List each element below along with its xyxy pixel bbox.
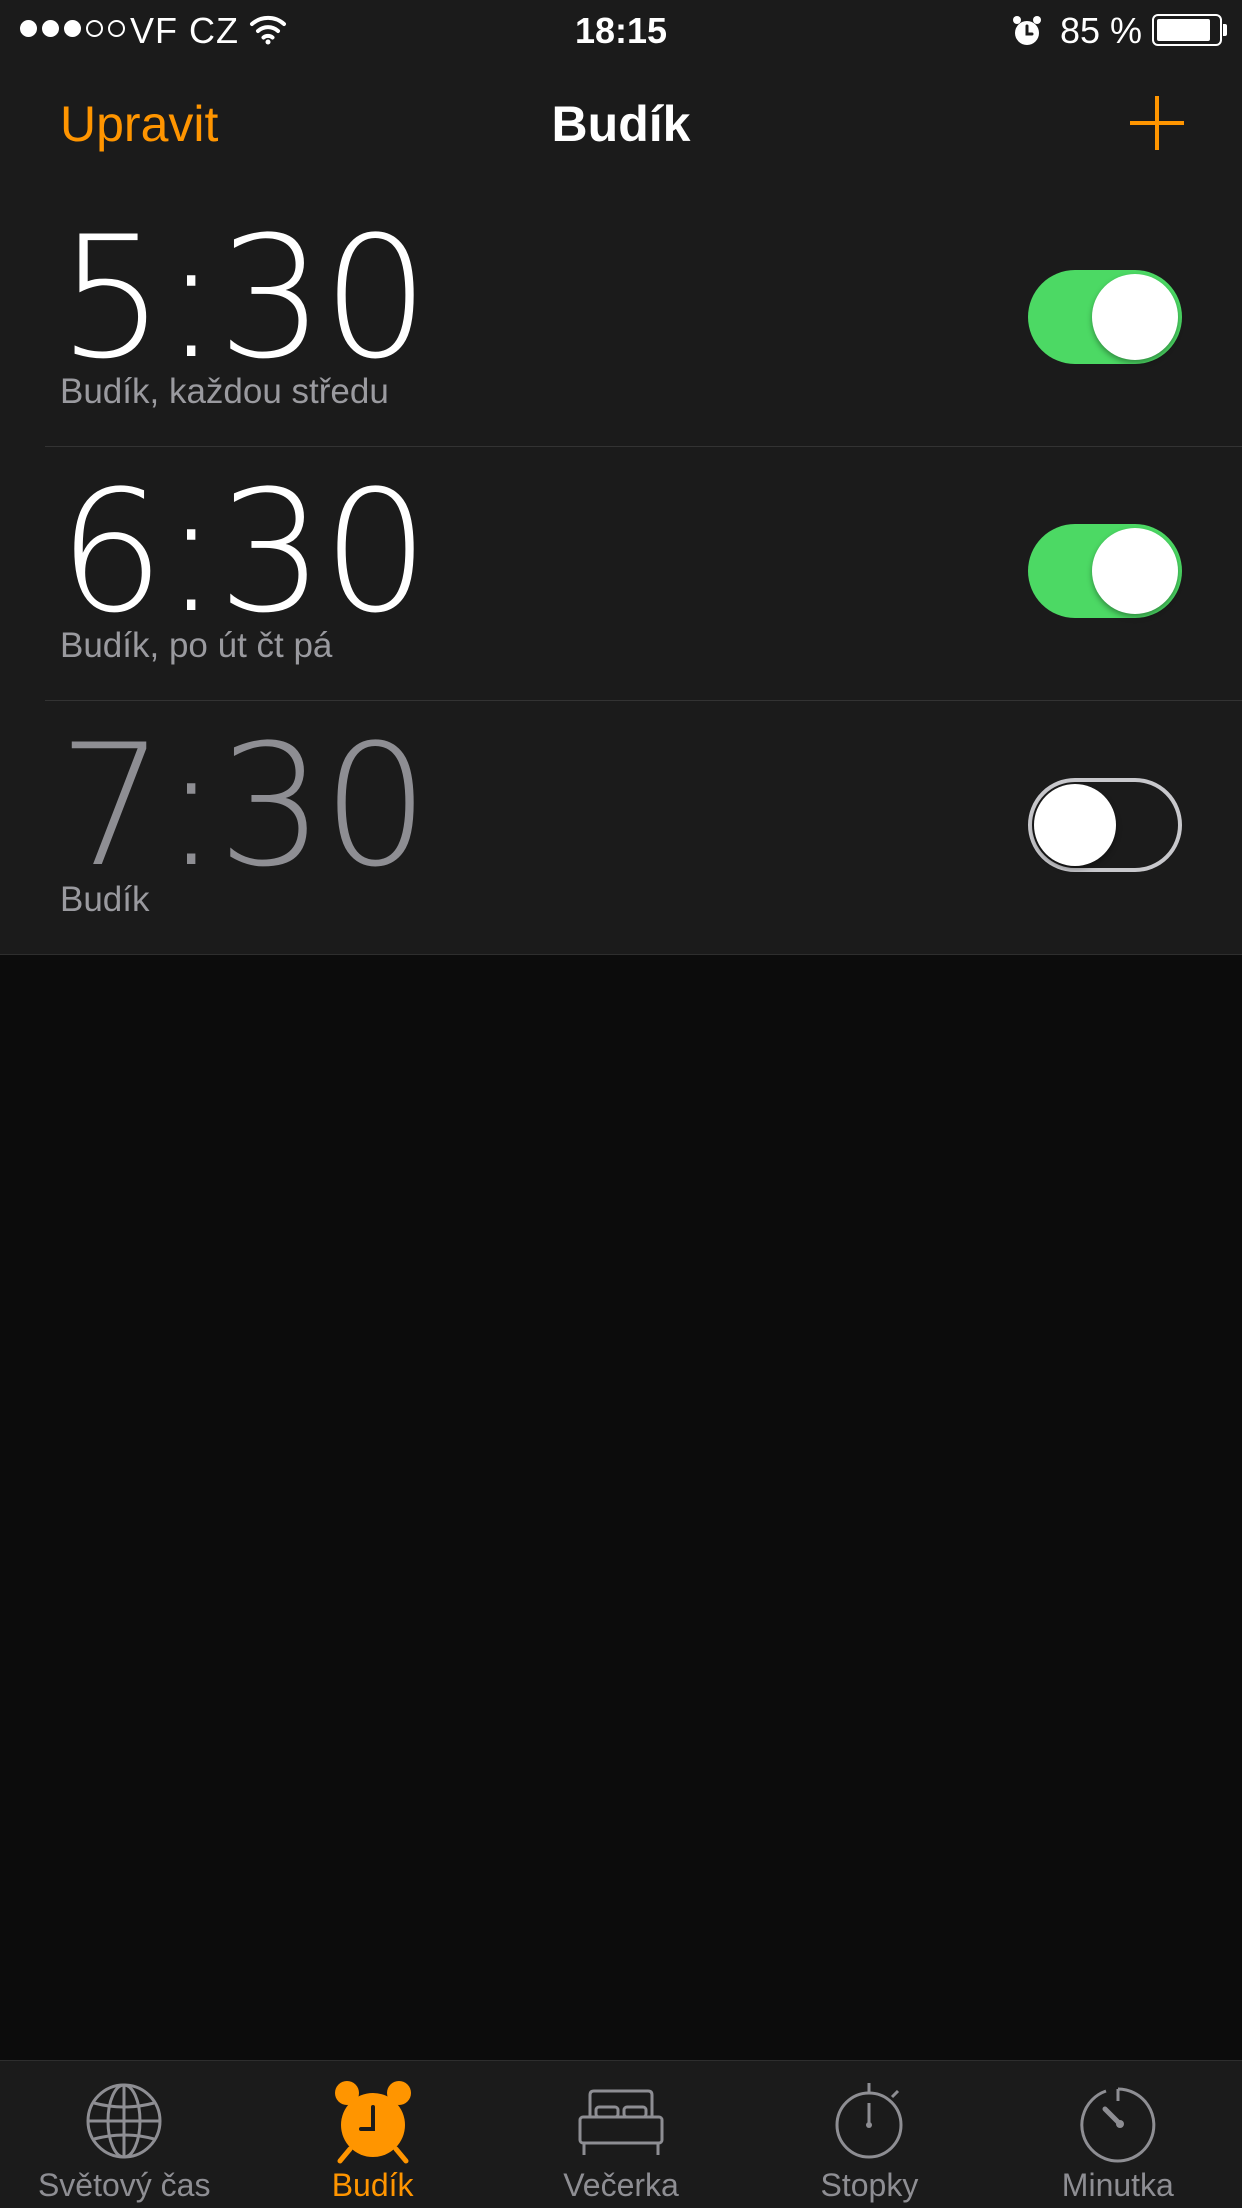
tab-timer[interactable]: Minutka [994, 2061, 1242, 2208]
tab-label: Stopky [820, 2167, 919, 2203]
edit-button[interactable]: Upravit [60, 92, 218, 156]
plus-icon[interactable] [1128, 94, 1186, 152]
tab-label: Minutka [1061, 2167, 1174, 2203]
alarm-time: 6:30 [58, 454, 429, 650]
tab-label: Budík [331, 2167, 414, 2203]
tab-bedtime[interactable]: Večerka [497, 2061, 745, 2208]
top-bar: VF CZ 18:15 85 % Budík Upravit [0, 0, 1242, 193]
toggle-knob [1092, 528, 1178, 614]
alarm-row[interactable]: 5:30 Budík, každou středu [0, 192, 1242, 446]
alarm-row[interactable]: 7:30 Budík [0, 700, 1242, 954]
stopwatch-icon [835, 2083, 903, 2159]
status-time: 18:15 [574, 10, 668, 51]
alarm-label: Budík, po út čt pá [60, 626, 333, 665]
alarm-time: 7:30 [58, 708, 429, 904]
alarm-toggle-on[interactable] [1028, 524, 1182, 618]
status-bar: VF CZ 18:15 85 % [0, 0, 1242, 60]
alarm-toggle-off[interactable] [1028, 778, 1182, 872]
battery-icon [1152, 14, 1222, 46]
battery-terminal [1223, 24, 1227, 36]
tab-world-clock[interactable]: Světový čas [0, 2061, 248, 2208]
alarm-toggle-on[interactable] [1028, 270, 1182, 364]
toggle-knob [1092, 274, 1178, 360]
bed-icon [578, 2089, 664, 2155]
battery-percent: 85 % [1060, 10, 1143, 51]
globe-icon [86, 2083, 162, 2159]
alarm-row[interactable]: 6:30 Budík, po út čt pá [0, 446, 1242, 700]
alarm-label: Budík [60, 880, 150, 919]
clock-app-screen: VF CZ 18:15 85 % Budík Upravit 5:30 Budí… [0, 0, 1242, 2208]
alarm-clock-icon [1013, 16, 1041, 45]
alarm-time: 5:30 [58, 200, 429, 396]
tab-label: Světový čas [37, 2167, 211, 2203]
tab-bar: Světový čas Budík Večerka Stopky Minutka [0, 2060, 1242, 2208]
tab-stopwatch[interactable]: Stopky [745, 2061, 993, 2208]
battery-level [1157, 19, 1210, 41]
toggle-knob [1034, 784, 1116, 866]
alarm-list: 5:30 Budík, každou středu 6:30 Budík, po… [0, 192, 1242, 955]
tab-label: Večerka [563, 2167, 679, 2203]
alarm-clock-icon [334, 2081, 411, 2164]
tab-alarm[interactable]: Budík [248, 2061, 496, 2208]
timer-icon [1080, 2087, 1156, 2163]
alarm-label: Budík, každou středu [60, 372, 389, 411]
